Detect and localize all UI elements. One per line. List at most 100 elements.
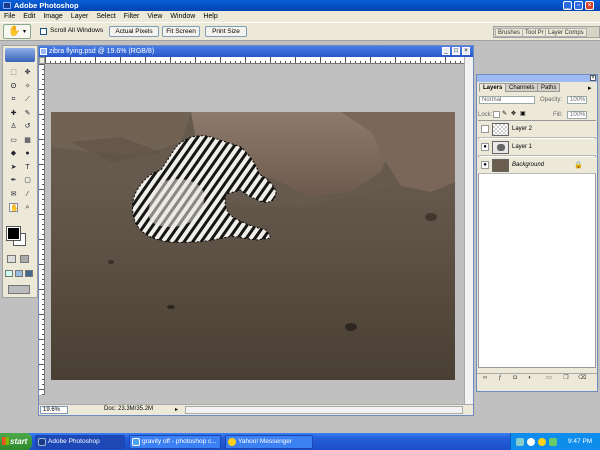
app-title: Adobe Photoshop bbox=[14, 1, 79, 10]
layer-style-icon[interactable]: ƒ bbox=[496, 375, 504, 382]
doc-minimize-button[interactable]: _ bbox=[442, 47, 450, 55]
eraser-icon[interactable]: ▭ bbox=[9, 136, 18, 145]
layer-row[interactable]: ● Layer 1 bbox=[478, 139, 596, 156]
messenger-icon bbox=[228, 438, 236, 446]
screen-mode-full-menu-icon[interactable] bbox=[15, 270, 23, 277]
visibility-toggle[interactable] bbox=[481, 125, 489, 133]
eye-icon[interactable]: ● bbox=[481, 143, 489, 151]
palette-close-icon[interactable]: × bbox=[590, 75, 596, 81]
toolbox-header-logo bbox=[5, 48, 35, 62]
shape-tool-icon[interactable]: ▢ bbox=[23, 176, 32, 185]
healing-brush-icon[interactable]: ✚ bbox=[9, 109, 18, 118]
menu-help[interactable]: Help bbox=[199, 11, 221, 22]
taskbar-item-messenger[interactable]: Yahoo! Messenger bbox=[225, 435, 313, 449]
crop-tool-icon[interactable]: ⌗ bbox=[9, 95, 18, 104]
layer-row[interactable]: Layer 2 bbox=[478, 121, 596, 138]
foreground-color-swatch[interactable] bbox=[6, 226, 21, 241]
menu-image[interactable]: Image bbox=[39, 11, 66, 22]
status-menu-arrow-icon[interactable]: ▸ bbox=[175, 406, 178, 413]
marquee-tool-icon[interactable]: ⬚ bbox=[9, 68, 18, 77]
menu-view[interactable]: View bbox=[143, 11, 166, 22]
taskbar-item-photoshop[interactable]: Adobe Photoshop bbox=[35, 435, 125, 449]
move-tool-icon[interactable]: ✥ bbox=[23, 68, 32, 77]
palette-menu-icon[interactable]: ▸ bbox=[588, 84, 592, 92]
tool-preset-picker[interactable]: ✋ ▾ bbox=[3, 24, 31, 39]
path-select-icon[interactable]: ➤ bbox=[9, 163, 18, 172]
taskbar-item-browser[interactable]: gravity off - photoshop c... bbox=[129, 435, 221, 449]
new-layer-icon[interactable]: ❐ bbox=[562, 375, 570, 382]
tab-brushes[interactable]: Brushes bbox=[495, 28, 524, 37]
print-size-button[interactable]: Print Size bbox=[205, 26, 247, 37]
start-label: start bbox=[10, 437, 28, 446]
slice-tool-icon[interactable]: ⟋ bbox=[23, 95, 32, 104]
screen-mode-full-icon[interactable] bbox=[25, 270, 33, 277]
messenger-tray-icon[interactable] bbox=[538, 438, 546, 446]
blend-mode-select[interactable]: Normal bbox=[479, 96, 535, 104]
tab-layers[interactable]: Layers bbox=[479, 83, 507, 92]
actual-pixels-button[interactable]: Actual Pixels bbox=[109, 26, 159, 37]
notes-icon[interactable]: ✉ bbox=[9, 190, 18, 199]
dodge-icon[interactable]: ● bbox=[23, 149, 32, 158]
eye-icon[interactable]: ● bbox=[481, 161, 489, 169]
hand-tool-icon[interactable]: ✋ bbox=[9, 203, 19, 212]
doc-close-button[interactable]: × bbox=[462, 47, 470, 55]
gradient-icon[interactable]: ▦ bbox=[23, 136, 32, 145]
zebra-photo[interactable] bbox=[51, 112, 455, 380]
minimize-button[interactable]: _ bbox=[563, 1, 572, 10]
lock-all-icon[interactable]: ▣ bbox=[520, 111, 527, 118]
trash-icon[interactable]: ⌫ bbox=[578, 375, 586, 382]
document-size-info[interactable]: Doc: 23.3M/35.2M bbox=[104, 406, 153, 412]
lock-transparency-icon[interactable] bbox=[493, 111, 500, 118]
horizontal-ruler[interactable] bbox=[45, 57, 464, 64]
speaker-icon[interactable] bbox=[527, 438, 535, 446]
clock: 9:47 PM bbox=[568, 438, 593, 445]
tab-channels[interactable]: Channels bbox=[505, 83, 539, 92]
zoom-tool-icon[interactable]: ⌕ bbox=[23, 203, 32, 212]
brush-tool-icon[interactable]: ✎ bbox=[23, 109, 32, 118]
menu-filter[interactable]: Filter bbox=[120, 11, 144, 22]
new-group-icon[interactable]: ▭ bbox=[545, 375, 553, 382]
menu-edit[interactable]: Edit bbox=[19, 11, 39, 22]
network-icon[interactable] bbox=[516, 438, 524, 446]
menu-bar: File Edit Image Layer Select Filter View Window… bbox=[0, 11, 600, 22]
horizontal-scrollbar[interactable] bbox=[185, 406, 463, 414]
scroll-all-windows-checkbox[interactable] bbox=[40, 28, 47, 35]
tab-tool-presets[interactable]: Tool Pr bbox=[522, 28, 547, 37]
menu-file[interactable]: File bbox=[0, 11, 19, 22]
lasso-tool-icon[interactable]: ʘ bbox=[9, 82, 18, 91]
vertical-scrollbar[interactable] bbox=[464, 57, 473, 404]
doc-maximize-button[interactable]: □ bbox=[452, 47, 460, 55]
security-icon[interactable] bbox=[549, 438, 557, 446]
blur-icon[interactable]: ◆ bbox=[9, 149, 18, 158]
opacity-field[interactable]: 100% bbox=[567, 96, 587, 104]
fill-field[interactable]: 100% bbox=[567, 111, 587, 119]
pen-tool-icon[interactable]: ✒ bbox=[9, 176, 18, 185]
quick-mask-icon[interactable] bbox=[20, 255, 29, 263]
type-tool-icon[interactable]: T bbox=[23, 163, 32, 172]
history-brush-icon[interactable]: ↺ bbox=[23, 122, 32, 131]
screen-mode-standard-icon[interactable] bbox=[5, 270, 13, 277]
menu-window[interactable]: Window bbox=[166, 11, 199, 22]
menu-select[interactable]: Select bbox=[92, 11, 119, 22]
maximize-button[interactable]: ▫ bbox=[574, 1, 583, 10]
palette-title-bar[interactable] bbox=[477, 75, 597, 82]
magic-wand-icon[interactable]: ✧ bbox=[23, 82, 32, 91]
menu-layer[interactable]: Layer bbox=[67, 11, 93, 22]
tab-paths[interactable]: Paths bbox=[537, 83, 561, 92]
layer-thumbnail bbox=[492, 123, 509, 136]
fit-screen-button[interactable]: Fit Screen bbox=[162, 26, 200, 37]
layer-row[interactable]: ● Background 🔒 bbox=[478, 157, 596, 174]
lock-image-icon[interactable]: ✎ bbox=[502, 111, 509, 118]
tab-layer-comps[interactable]: Layer Comps bbox=[545, 28, 587, 37]
layer-mask-icon[interactable]: ◘ bbox=[511, 375, 519, 382]
link-layers-icon[interactable]: ∞ bbox=[481, 375, 489, 382]
zoom-level-field[interactable]: 19.6% bbox=[40, 406, 68, 414]
jump-to-imageready-icon[interactable] bbox=[8, 285, 30, 294]
eyedropper-icon[interactable]: ⁄ bbox=[23, 190, 32, 199]
close-button[interactable]: × bbox=[585, 1, 594, 10]
lock-position-icon[interactable]: ✥ bbox=[511, 111, 518, 118]
layer-thumbnail bbox=[492, 159, 509, 172]
standard-mode-icon[interactable] bbox=[7, 255, 16, 263]
adjustment-layer-icon[interactable]: ◐ bbox=[526, 375, 534, 382]
clone-stamp-icon[interactable]: ♙ bbox=[9, 122, 18, 131]
